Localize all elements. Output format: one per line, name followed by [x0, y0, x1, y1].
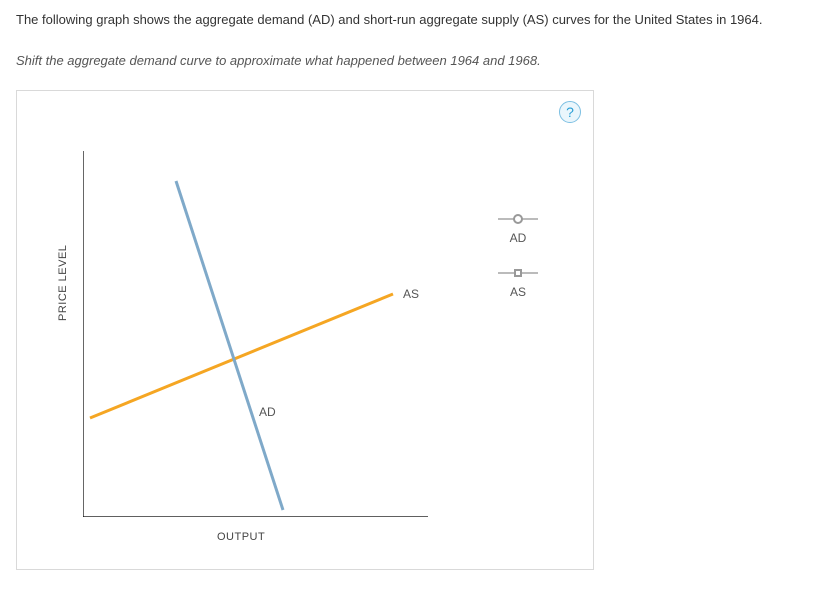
instruction-text: Shift the aggregate demand curve to appr…: [16, 53, 811, 68]
legend-item-ad[interactable]: AD: [483, 213, 553, 245]
legend-item-as[interactable]: AS: [483, 267, 553, 299]
as-curve[interactable]: [90, 294, 393, 418]
legend-label-as: AS: [510, 285, 526, 299]
legend-label-ad: AD: [510, 231, 527, 245]
as-handle-icon: [498, 267, 538, 279]
graph-panel: ? PRICE LEVEL OUTPUT AD AS AD AS: [16, 90, 594, 570]
as-curve-label: AS: [403, 287, 419, 301]
help-button[interactable]: ?: [559, 101, 581, 123]
intro-text: The following graph shows the aggregate …: [16, 12, 811, 27]
legend: AD AS: [483, 213, 553, 321]
plot-area[interactable]: AD AS: [83, 151, 428, 517]
chart-svg: AD AS: [83, 151, 428, 517]
y-axis-label: PRICE LEVEL: [57, 245, 69, 321]
ad-handle-icon: [498, 213, 538, 225]
ad-curve-label: AD: [259, 405, 276, 419]
x-axis-label: OUTPUT: [217, 531, 265, 543]
